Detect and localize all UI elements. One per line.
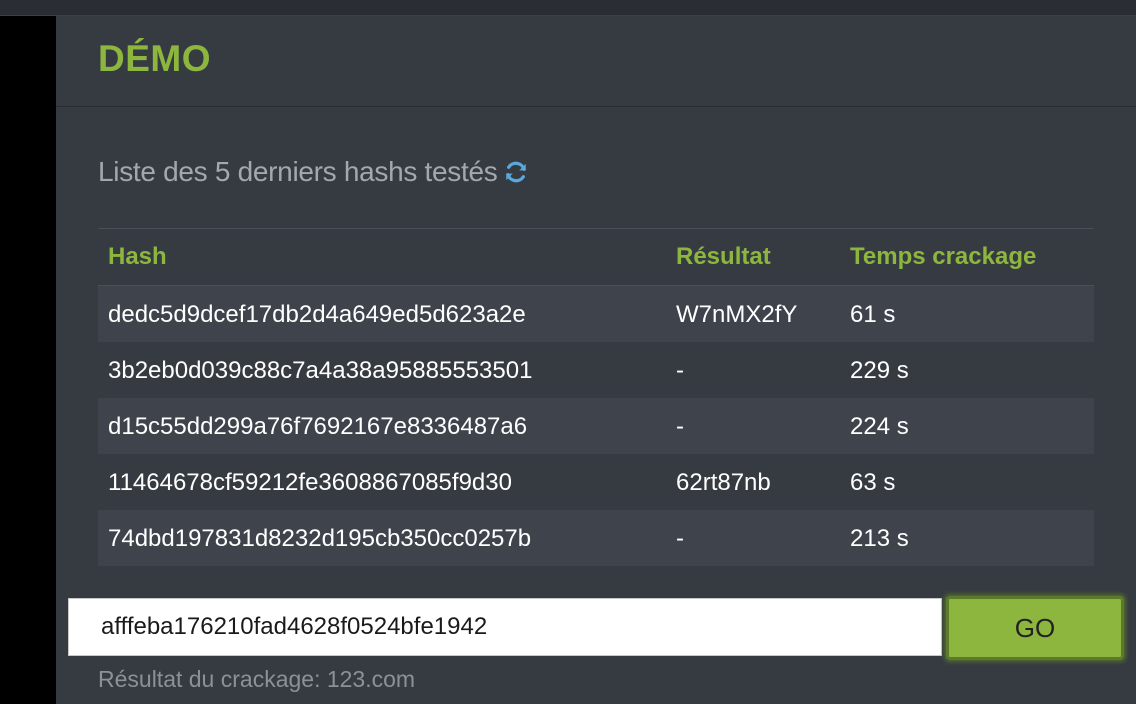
result-cell: - xyxy=(676,413,684,440)
table-row: d15c55dd299a76f7692167e8336487a6 - 224 s xyxy=(98,398,1094,454)
hash-cell: 11464678cf59212fe3608867085f9d30 xyxy=(108,469,512,496)
hash-cell: 3b2eb0d039c88c7a4a38a95885553501 xyxy=(108,357,533,384)
hash-cell: d15c55dd299a76f7692167e8336487a6 xyxy=(108,413,528,440)
time-cell: 63 s xyxy=(850,469,896,496)
result-cell: - xyxy=(676,357,684,384)
column-header-hash: Hash xyxy=(108,243,167,270)
panel-title: DÉMO xyxy=(98,38,211,79)
go-button[interactable]: GO xyxy=(946,596,1124,660)
time-cell: 213 s xyxy=(850,525,909,552)
table-row: dedc5d9dcef17db2d4a649ed5d623a2e W7nMX2f… xyxy=(98,286,1094,342)
left-strip xyxy=(0,16,56,704)
hash-input[interactable] xyxy=(68,598,942,656)
time-cell: 224 s xyxy=(850,413,909,440)
result-cell: - xyxy=(676,525,684,552)
crack-result-text: Résultat du crackage: 123.com xyxy=(98,666,416,692)
column-header-time: Temps crackage xyxy=(850,243,1037,270)
hash-cell: 74dbd197831d8232d195cb350cc0257b xyxy=(108,525,532,552)
time-cell: 61 s xyxy=(850,301,896,328)
table-header: Hash Résultat Temps crackage xyxy=(98,229,1094,286)
hash-cell: dedc5d9dcef17db2d4a649ed5d623a2e xyxy=(108,301,526,328)
demo-panel: DÉMO Liste des 5 derniers hashs testés H… xyxy=(56,16,1136,704)
column-header-result: Résultat xyxy=(676,243,771,270)
hash-table: Hash Résultat Temps crackage dedc5d9dcef… xyxy=(98,228,1094,566)
result-cell: W7nMX2fY xyxy=(676,301,798,328)
recent-hashes-heading: Liste des 5 derniers hashs testés xyxy=(98,156,529,188)
result-cell: 62rt87nb xyxy=(676,469,771,496)
time-cell: 229 s xyxy=(850,357,909,384)
table-row: 11464678cf59212fe3608867085f9d30 62rt87n… xyxy=(98,454,1094,510)
panel-header: DÉMO xyxy=(56,16,1136,107)
refresh-icon[interactable] xyxy=(503,159,529,185)
top-bar xyxy=(0,0,1136,16)
table-row: 3b2eb0d039c88c7a4a38a95885553501 - 229 s xyxy=(98,342,1094,398)
table-row: 74dbd197831d8232d195cb350cc0257b - 213 s xyxy=(98,510,1094,566)
recent-hashes-label: Liste des 5 derniers hashs testés xyxy=(98,156,498,187)
